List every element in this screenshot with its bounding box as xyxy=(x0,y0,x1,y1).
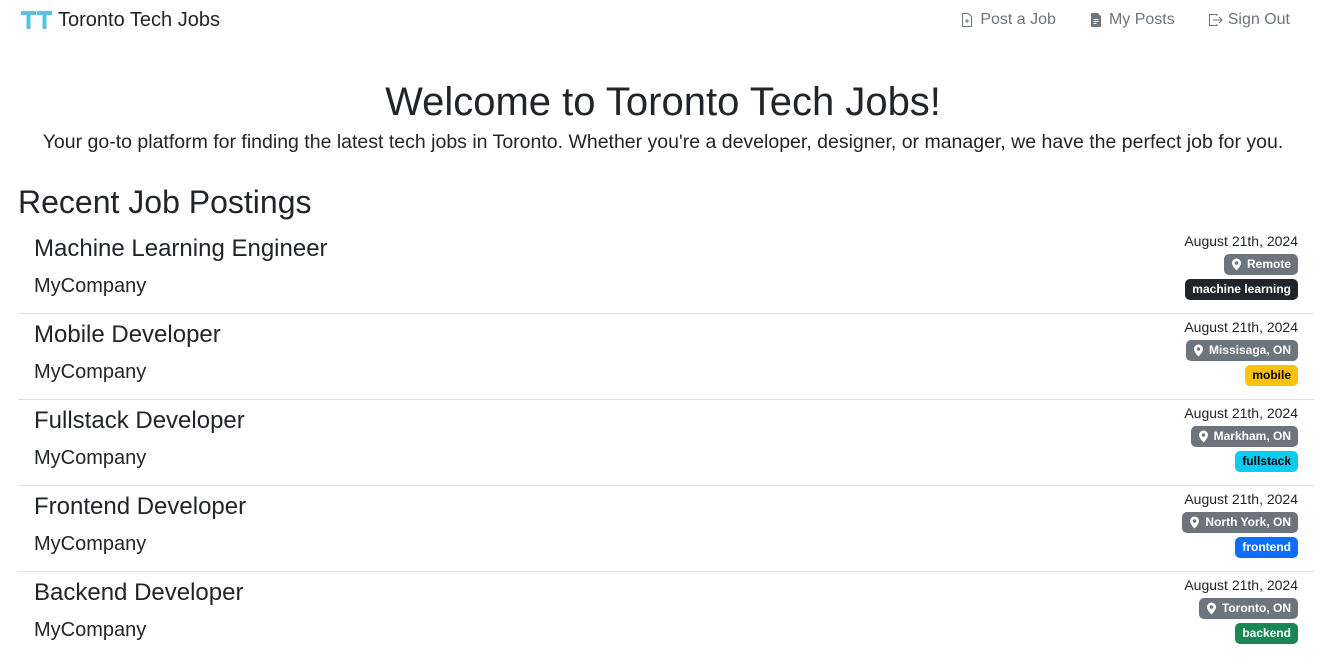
location-badge: Markham, ON xyxy=(1190,426,1298,447)
job-company: MyCompany xyxy=(34,361,147,383)
job-date: August 21th, 2024 xyxy=(1184,491,1298,507)
sign-out-label: Sign Out xyxy=(1227,11,1290,28)
sign-out-icon xyxy=(1208,14,1223,26)
job-date: August 21th, 2024 xyxy=(1184,319,1298,335)
map-pin-icon xyxy=(1193,344,1203,357)
file-plus-icon xyxy=(962,13,973,27)
map-pin-icon xyxy=(1231,258,1241,271)
sign-out-link[interactable]: Sign Out xyxy=(1207,10,1290,30)
my-posts-label: My Posts xyxy=(1108,11,1175,28)
job-company: MyCompany xyxy=(34,275,147,297)
job-company: MyCompany xyxy=(34,533,147,555)
job-item[interactable]: Frontend Developer MyCompany August 21th… xyxy=(18,486,1314,572)
tag-badge: mobile xyxy=(1245,365,1298,386)
job-date: August 21th, 2024 xyxy=(1184,405,1298,421)
job-item[interactable]: Machine Learning Engineer MyCompany Augu… xyxy=(18,228,1314,314)
location-text: North York, ON xyxy=(1205,515,1291,529)
job-meta: August 21th, 2024 Missisaga, ON mobile xyxy=(1184,319,1298,386)
map-pin-icon xyxy=(1190,516,1200,529)
map-pin-icon xyxy=(1206,602,1216,615)
hero: Welcome to Toronto Tech Jobs! Your go-to… xyxy=(0,80,1326,154)
file-text-icon xyxy=(1090,13,1101,27)
post-job-link[interactable]: Post a Job xyxy=(959,10,1056,30)
job-meta: August 21th, 2024 Markham, ON fullstack xyxy=(1184,405,1298,472)
job-meta: August 21th, 2024 Remote machine learnin… xyxy=(1184,233,1298,300)
job-date: August 21th, 2024 xyxy=(1184,577,1298,593)
hero-title: Welcome to Toronto Tech Jobs! xyxy=(385,80,941,124)
tag-badge: backend xyxy=(1235,623,1298,644)
my-posts-link[interactable]: My Posts xyxy=(1088,10,1175,30)
recent-postings-heading: Recent Job Postings xyxy=(18,184,312,220)
job-item[interactable]: Fullstack Developer MyCompany August 21t… xyxy=(18,400,1314,486)
job-title[interactable]: Machine Learning Engineer xyxy=(34,234,328,264)
job-date: August 21th, 2024 xyxy=(1184,233,1298,249)
location-text: Markham, ON xyxy=(1213,429,1291,443)
tag-badge: fullstack xyxy=(1235,451,1298,472)
location-text: Remote xyxy=(1246,257,1291,271)
job-company: MyCompany xyxy=(34,447,147,469)
job-list: Machine Learning Engineer MyCompany Augu… xyxy=(18,228,1314,658)
location-badge: Remote xyxy=(1223,254,1298,275)
brand-name: Toronto Tech Jobs xyxy=(58,9,220,31)
job-title[interactable]: Frontend Developer xyxy=(34,492,246,522)
navbar: Toronto Tech Jobs Post a Job My Posts Si… xyxy=(0,0,1326,40)
job-company: MyCompany xyxy=(34,619,147,641)
nav-menu: Post a Job My Posts Sign Out xyxy=(927,10,1290,30)
hero-subtitle: Your go-to platform for finding the late… xyxy=(42,131,1284,153)
location-badge: North York, ON xyxy=(1182,512,1298,533)
job-meta: August 21th, 2024 Toronto, ON backend xyxy=(1184,577,1298,644)
location-badge: Toronto, ON xyxy=(1198,598,1298,619)
job-title[interactable]: Backend Developer xyxy=(34,578,243,608)
job-title[interactable]: Fullstack Developer xyxy=(34,406,245,436)
brand[interactable]: Toronto Tech Jobs xyxy=(21,8,220,32)
tag-badge: frontend xyxy=(1235,537,1298,558)
location-text: Missisaga, ON xyxy=(1208,343,1291,357)
map-pin-icon xyxy=(1198,430,1208,443)
job-title[interactable]: Mobile Developer xyxy=(34,320,221,350)
logo-icon xyxy=(21,11,52,29)
job-item[interactable]: Backend Developer MyCompany August 21th,… xyxy=(18,572,1314,658)
location-badge: Missisaga, ON xyxy=(1185,340,1298,361)
tag-badge: machine learning xyxy=(1185,279,1298,300)
post-job-label: Post a Job xyxy=(980,11,1056,28)
job-meta: August 21th, 2024 North York, ON fronten… xyxy=(1182,491,1298,558)
job-item[interactable]: Mobile Developer MyCompany August 21th, … xyxy=(18,314,1314,400)
location-text: Toronto, ON xyxy=(1221,601,1291,615)
